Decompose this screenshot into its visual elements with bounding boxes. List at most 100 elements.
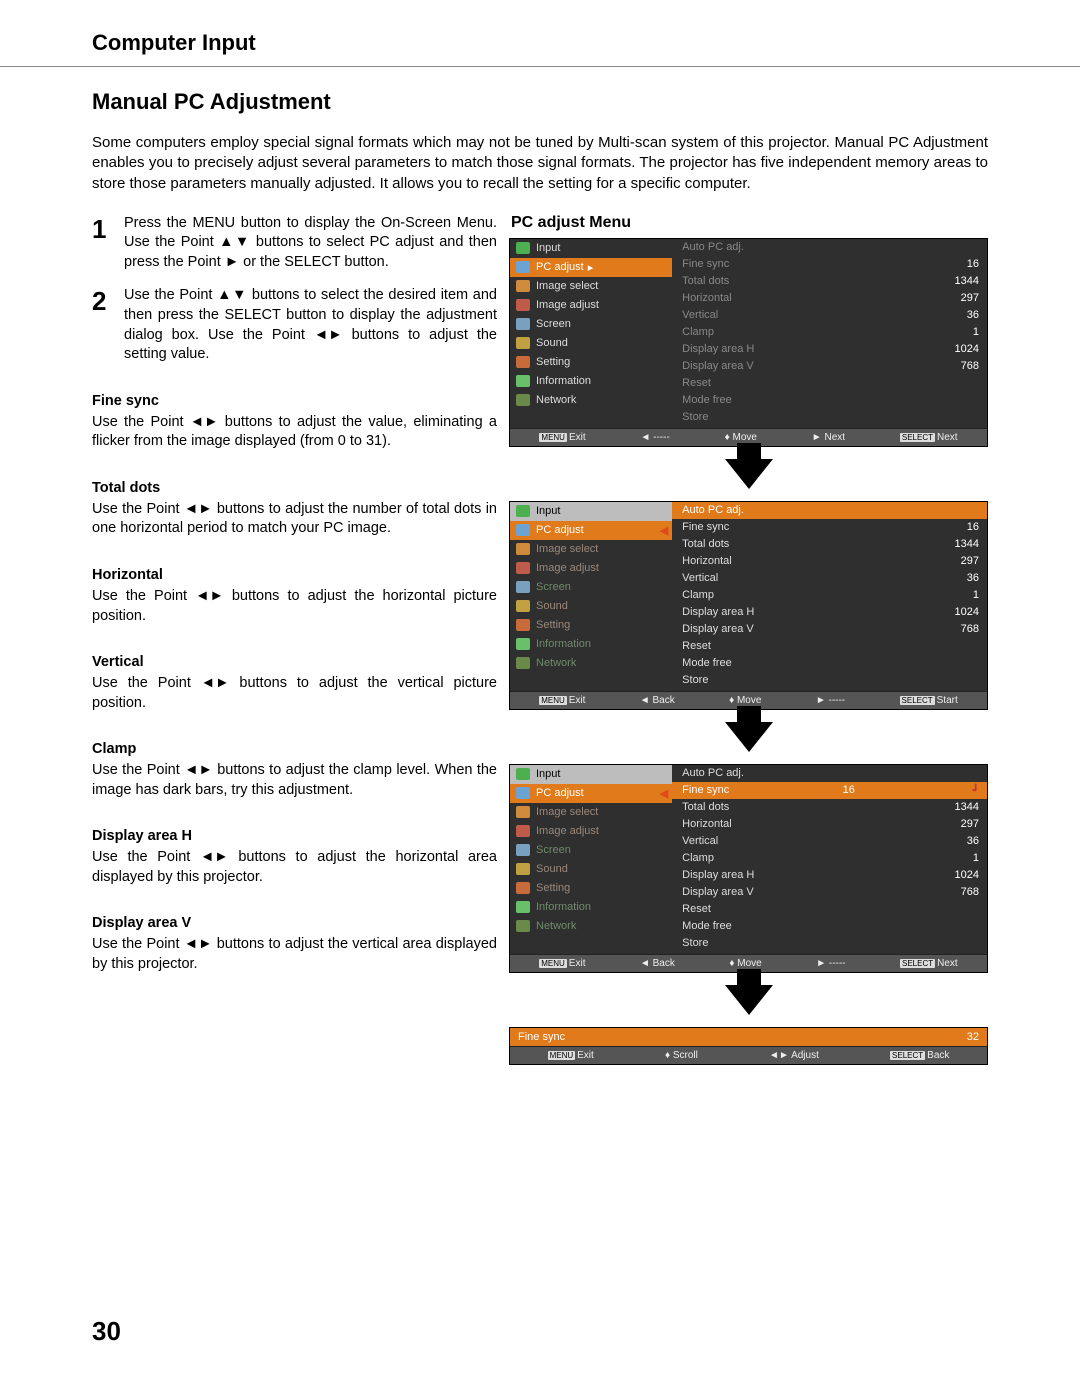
menu-display-area-v[interactable]: Display area V768 [672,358,987,375]
menu-vertical[interactable]: Vertical36 [672,307,987,324]
sidebar-item-input[interactable]: Input [510,765,672,784]
menu-display-area-v[interactable]: Display area V768 [672,884,987,901]
sidebar-item-screen[interactable]: Screen [510,841,672,860]
sidebar-item-image-select[interactable]: Image select [510,540,672,559]
menu-reset[interactable]: Reset [672,901,987,918]
menu-clamp[interactable]: Clamp1 [672,587,987,604]
menu-horizontal[interactable]: Horizontal297 [672,553,987,570]
step-text: Press the MENU button to display the On-… [124,214,497,273]
osd-panel-2: Input PC adjust◀ Image select Image adju… [509,501,988,710]
adj-title: Clamp [92,741,497,757]
menu-display-area-h[interactable]: Display area H1024 [672,604,987,621]
adj-desc: Use the Point ◄► buttons to adjust the v… [92,674,497,713]
adj-title: Display area V [92,915,497,931]
adj-title: Fine sync [92,393,497,409]
sidebar-item-information[interactable]: Information [510,372,672,391]
image-adjust-icon [516,825,530,837]
sidebar-item-sound[interactable]: Sound [510,597,672,616]
adjustment-horizontal: Horizontal Use the Point ◄► buttons to a… [92,567,497,626]
menu-fine-sync[interactable]: Fine sync16┛ [672,782,987,799]
menu-key-icon: MENU [539,696,567,705]
menu-auto-pc[interactable]: Auto PC adj. [672,239,987,256]
sidebar-item-sound[interactable]: Sound [510,860,672,879]
sidebar-item-image-adjust[interactable]: Image adjust [510,822,672,841]
menu-total-dots[interactable]: Total dots1344 [672,536,987,553]
adj-desc: Use the Point ◄► buttons to adjust the h… [92,587,497,626]
menu-clamp[interactable]: Clamp1 [672,324,987,341]
sidebar-item-pc-adjust[interactable]: PC adjust [510,258,672,277]
sidebar-item-pc-adjust[interactable]: PC adjust◀ [510,521,672,540]
setting-icon [516,619,530,631]
menu-total-dots[interactable]: Total dots1344 [672,273,987,290]
menu-display-area-h[interactable]: Display area H1024 [672,867,987,884]
menu-reset[interactable]: Reset [672,375,987,392]
menu-horizontal[interactable]: Horizontal297 [672,816,987,833]
menu-vertical[interactable]: Vertical36 [672,570,987,587]
sidebar-item-information[interactable]: Information [510,635,672,654]
adj-desc: Use the Point ◄► buttons to adjust the v… [92,935,497,974]
menu-fine-sync[interactable]: Fine sync16 [672,519,987,536]
sidebar-item-setting[interactable]: Setting [510,616,672,635]
sidebar-item-information[interactable]: Information [510,898,672,917]
step-number: 2 [92,286,110,364]
menu-auto-pc[interactable]: Auto PC adj. [672,502,987,519]
chevron-left-icon: ◀ [660,787,668,800]
sidebar-item-screen[interactable]: Screen [510,578,672,597]
adj-title: Vertical [92,654,497,670]
input-icon [516,768,530,780]
pc-adjust-icon [516,787,530,799]
sidebar-item-network[interactable]: Network [510,391,672,410]
sidebar-item-sound[interactable]: Sound [510,334,672,353]
menu-mode-free[interactable]: Mode free [672,392,987,409]
menu-horizontal[interactable]: Horizontal297 [672,290,987,307]
down-arrow-icon [725,722,773,752]
sidebar-item-image-adjust[interactable]: Image adjust [510,296,672,315]
select-key-icon: SELECT [900,433,935,442]
menu-clamp[interactable]: Clamp1 [672,850,987,867]
menu-mode-free[interactable]: Mode free [672,655,987,672]
sidebar-item-network[interactable]: Network [510,654,672,673]
image-select-icon [516,806,530,818]
adj-desc: Use the Point ◄► buttons to adjust the c… [92,761,497,800]
screen-icon [516,581,530,593]
slider-head[interactable]: Fine sync 32 [510,1028,987,1046]
menu-fine-sync[interactable]: Fine sync16 [672,256,987,273]
menu-store[interactable]: Store [672,935,987,952]
section-header: Computer Input [0,0,1080,62]
sidebar-item-pc-adjust[interactable]: PC adjust◀ [510,784,672,803]
osd-sidebar: Input PC adjust◀ Image select Image adju… [510,765,672,954]
adjustment-fine-sync: Fine sync Use the Point ◄► buttons to ad… [92,393,497,452]
sidebar-item-setting[interactable]: Setting [510,353,672,372]
sidebar-item-input[interactable]: Input [510,502,672,521]
menu-display-area-h[interactable]: Display area H1024 [672,341,987,358]
sidebar-item-screen[interactable]: Screen [510,315,672,334]
adj-desc: Use the Point ◄► buttons to adjust the n… [92,500,497,539]
sidebar-item-image-select[interactable]: Image select [510,803,672,822]
menu-store[interactable]: Store [672,409,987,426]
osd-main-3: Auto PC adj. Fine sync16┛ Total dots1344… [672,765,987,954]
menu-total-dots[interactable]: Total dots1344 [672,799,987,816]
menu-auto-pc[interactable]: Auto PC adj. [672,765,987,782]
adjustment-clamp: Clamp Use the Point ◄► buttons to adjust… [92,741,497,800]
down-arrow-icon [725,985,773,1015]
select-key-icon: SELECT [900,959,935,968]
setting-icon [516,882,530,894]
sidebar-item-image-adjust[interactable]: Image adjust [510,559,672,578]
step-1: 1 Press the MENU button to display the O… [92,214,497,273]
menu-mode-free[interactable]: Mode free [672,918,987,935]
menu-vertical[interactable]: Vertical36 [672,833,987,850]
sidebar-item-network[interactable]: Network [510,917,672,936]
sidebar-item-setting[interactable]: Setting [510,879,672,898]
sound-icon [516,863,530,875]
adj-desc: Use the Point ◄► buttons to adjust the v… [92,413,497,452]
osd-main-1: Auto PC adj. Fine sync16 Total dots1344 … [672,239,987,428]
menu-store[interactable]: Store [672,672,987,689]
image-adjust-icon [516,299,530,311]
osd-panel-3: Input PC adjust◀ Image select Image adju… [509,764,988,973]
sidebar-item-input[interactable]: Input [510,239,672,258]
menu-display-area-v[interactable]: Display area V768 [672,621,987,638]
step-2: 2 Use the Point ▲▼ buttons to select the… [92,286,497,364]
menu-reset[interactable]: Reset [672,638,987,655]
sidebar-item-image-select[interactable]: Image select [510,277,672,296]
pc-adjust-icon [516,261,530,273]
